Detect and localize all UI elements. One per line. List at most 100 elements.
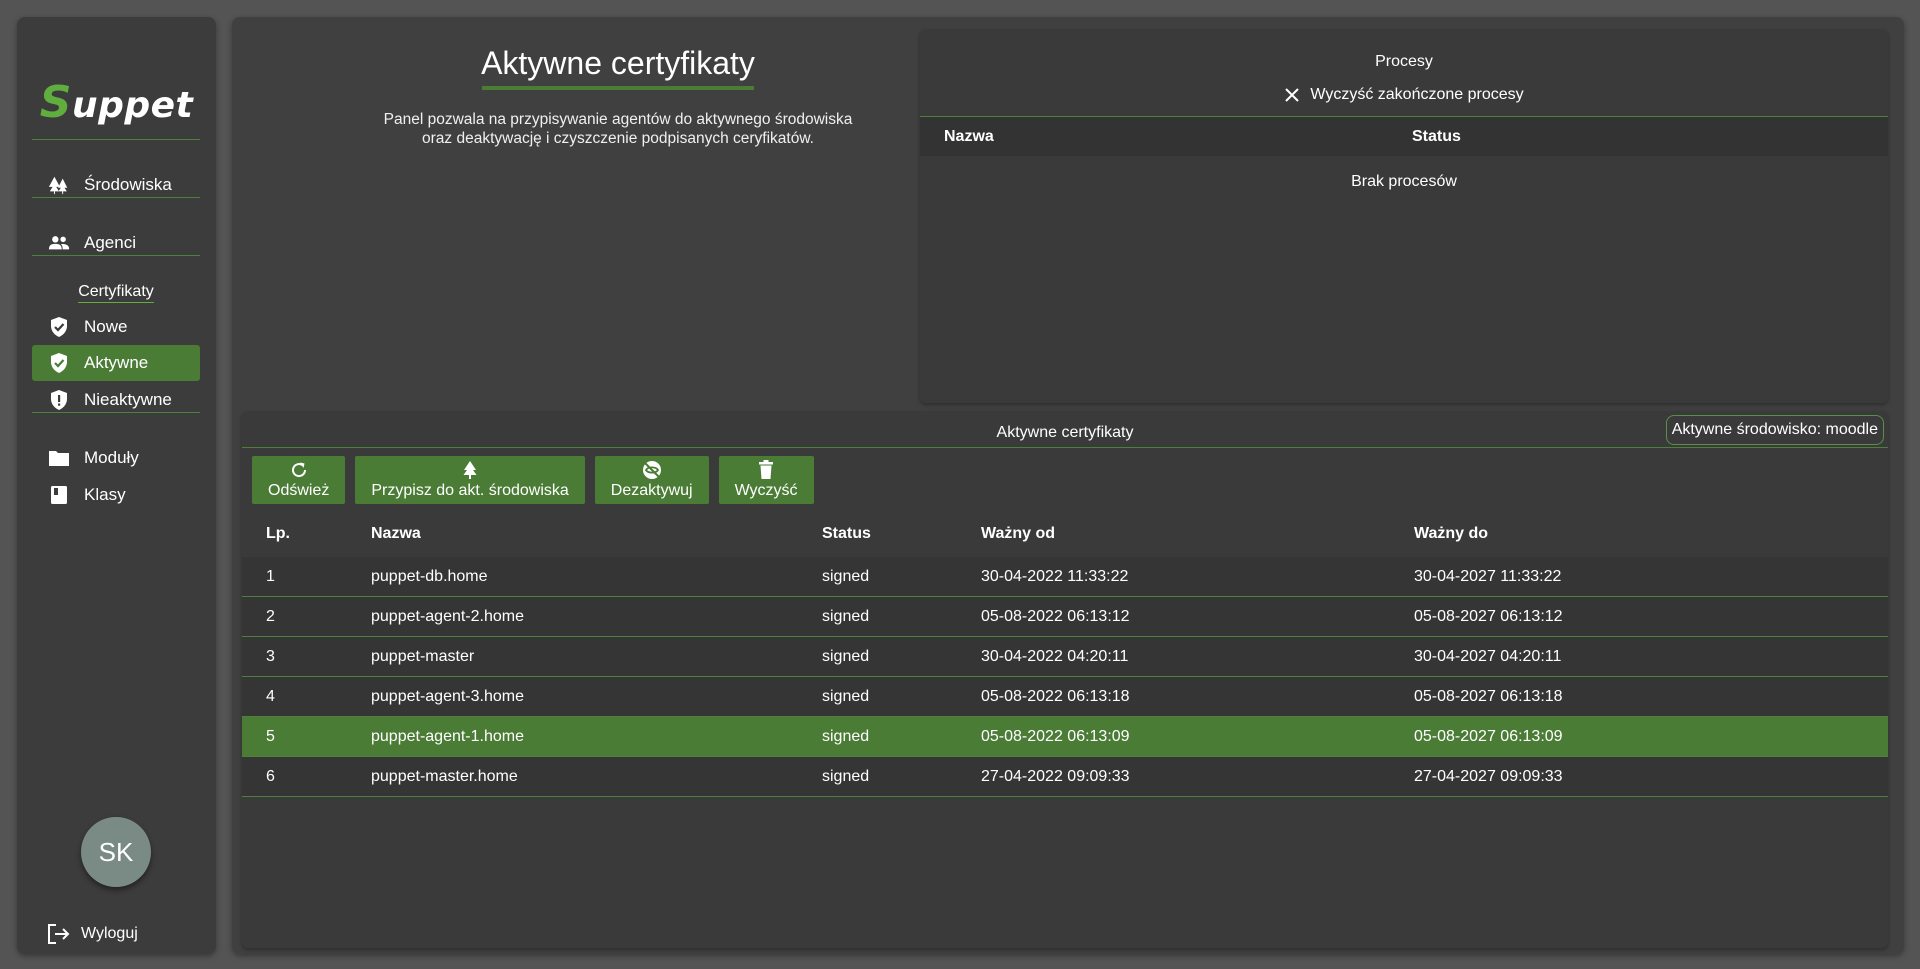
cell-valid-from: 30-04-2022 04:20:11 — [981, 648, 1129, 665]
table-row[interactable]: 1 puppet-db.home signed 30-04-2022 11:33… — [242, 557, 1888, 597]
trees-icon — [48, 174, 70, 196]
certificates-title: Aktywne certyfikaty — [996, 424, 1134, 441]
sidebar-item-label: Klasy — [84, 485, 126, 504]
cell-valid-to: 30-04-2027 11:33:22 — [1414, 568, 1562, 585]
people-icon — [48, 232, 70, 254]
shield-check-icon — [48, 316, 70, 338]
tree-icon — [462, 460, 478, 480]
sidebar-item-label: Moduły — [84, 448, 139, 467]
processes-panel: Procesy Wyczyść zakończone procesy Nazwa… — [920, 29, 1888, 403]
logout-icon — [47, 923, 71, 945]
cell-status: signed — [822, 648, 870, 665]
cell-valid-to: 05-08-2027 06:13:12 — [1414, 608, 1563, 625]
page-description: Panel pozwala na przypisywanie agentów d… — [383, 111, 853, 147]
column-header-nazwa[interactable]: Nazwa — [371, 525, 421, 543]
sidebar-item-label: Nowe — [84, 317, 128, 336]
sidebar-item-moduly[interactable]: Moduły — [32, 440, 200, 476]
eye-off-icon — [641, 460, 663, 480]
cell-valid-to: 27-04-2027 09:09:33 — [1414, 768, 1563, 785]
sidebar: Suppet Środowiska Agenci Certyfikaty Now… — [17, 17, 216, 954]
sidebar-item-label: Środowiska — [84, 175, 172, 194]
trash-icon — [758, 460, 774, 480]
assign-label: Przypisz do akt. środowiska — [371, 482, 569, 499]
sidebar-item-label: Nieaktywne — [84, 390, 172, 409]
sidebar-item-label: Agenci — [84, 233, 136, 252]
table-header: Lp. Nazwa Status Ważny od Ważny do — [242, 513, 1888, 557]
cell-status: signed — [822, 568, 870, 585]
cell-valid-to: 05-08-2027 06:13:09 — [1414, 728, 1563, 745]
cell-status: signed — [822, 608, 870, 625]
clear-finished-processes-button[interactable]: Wyczyść zakończone procesy — [920, 86, 1888, 104]
cell-name: puppet-master.home — [371, 768, 518, 785]
shield-alert-icon — [48, 389, 70, 411]
cell-valid-to: 30-04-2027 04:20:11 — [1414, 648, 1562, 665]
processes-empty-message: Brak procesów — [1351, 173, 1457, 190]
column-header-status[interactable]: Status — [822, 525, 871, 543]
sidebar-item-klasy[interactable]: Klasy — [32, 477, 200, 513]
close-icon — [1284, 87, 1300, 103]
cell-lp: 3 — [266, 648, 275, 665]
refresh-button[interactable]: Odśwież — [252, 456, 346, 504]
refresh-label: Odśwież — [268, 482, 330, 499]
column-header-nazwa[interactable]: Nazwa — [944, 128, 994, 146]
section-label-certyfikaty: Certyfikaty — [32, 283, 200, 303]
clear-label: Wyczyść — [734, 482, 798, 499]
table-row[interactable]: 2 puppet-agent-2.home signed 05-08-2022 … — [242, 597, 1888, 637]
column-header-wazny-do[interactable]: Ważny do — [1414, 525, 1488, 543]
shield-check-icon — [48, 352, 70, 374]
cell-status: signed — [822, 728, 870, 745]
refresh-icon — [290, 460, 308, 480]
cell-valid-from: 27-04-2022 09:09:33 — [981, 768, 1130, 785]
folder-icon — [48, 447, 70, 469]
assign-to-environment-button[interactable]: Przypisz do akt. środowiska — [355, 456, 585, 504]
cell-valid-from: 05-08-2022 06:13:09 — [981, 728, 1130, 745]
cell-name: puppet-agent-2.home — [371, 608, 524, 625]
cell-status: signed — [822, 688, 870, 705]
sidebar-item-aktywne[interactable]: Aktywne — [32, 345, 200, 381]
cell-valid-from: 05-08-2022 06:13:18 — [981, 688, 1130, 705]
cell-name: puppet-agent-1.home — [371, 728, 524, 745]
cell-valid-from: 05-08-2022 06:13:12 — [981, 608, 1130, 625]
book-icon — [48, 484, 70, 506]
divider — [32, 412, 200, 413]
cell-valid-from: 30-04-2022 11:33:22 — [981, 568, 1129, 585]
main-content: Aktywne certyfikaty Panel pozwala na prz… — [232, 17, 1904, 954]
sidebar-item-nowe[interactable]: Nowe — [32, 309, 200, 345]
cell-name: puppet-agent-3.home — [371, 688, 524, 705]
certificates-panel: Aktywne certyfikaty Aktywne środowisko: … — [242, 411, 1888, 948]
cell-name: puppet-db.home — [371, 568, 488, 585]
cell-status: signed — [822, 768, 870, 785]
divider — [32, 255, 200, 256]
table-row[interactable]: 4 puppet-agent-3.home signed 05-08-2022 … — [242, 677, 1888, 717]
deactivate-button[interactable]: Dezaktywuj — [594, 456, 709, 504]
cell-lp: 5 — [266, 728, 275, 745]
cell-lp: 6 — [266, 768, 275, 785]
clear-label: Wyczyść zakończone procesy — [1310, 86, 1524, 103]
certificates-table: Lp. Nazwa Status Ważny od Ważny do 1 pup… — [242, 513, 1888, 797]
cell-name: puppet-master — [371, 648, 475, 665]
logout-label: Wyloguj — [81, 925, 138, 942]
cell-valid-to: 05-08-2027 06:13:18 — [1414, 688, 1563, 705]
page-title: Aktywne certyfikaty — [435, 45, 801, 90]
active-environment-badge: Aktywne środowisko: moodle — [1665, 415, 1884, 445]
processes-title: Procesy — [1375, 53, 1433, 70]
column-header-wazny-od[interactable]: Ważny od — [981, 525, 1055, 543]
sidebar-item-label: Aktywne — [84, 353, 149, 372]
column-header-status[interactable]: Status — [1412, 128, 1461, 146]
divider — [32, 139, 200, 140]
divider — [32, 197, 200, 198]
table-row-selected[interactable]: 5 puppet-agent-1.home signed 05-08-2022 … — [242, 717, 1888, 757]
table-row[interactable]: 6 puppet-master.home signed 27-04-2022 0… — [242, 757, 1888, 797]
table-row[interactable]: 3 puppet-master signed 30-04-2022 04:20:… — [242, 637, 1888, 677]
cell-lp: 1 — [266, 568, 275, 585]
column-header-lp[interactable]: Lp. — [266, 525, 290, 543]
avatar[interactable]: SK — [81, 817, 151, 887]
cell-lp: 4 — [266, 688, 275, 705]
deactivate-label: Dezaktywuj — [610, 482, 693, 499]
certificates-toolbar: Odśwież Przypisz do akt. środowiska Deza… — [252, 456, 814, 504]
cell-lp: 2 — [266, 608, 275, 625]
logout-button[interactable]: Wyloguj — [47, 923, 138, 945]
processes-table-header: Nazwa Status — [920, 117, 1888, 156]
app-logo: Suppet — [39, 77, 194, 128]
clear-button[interactable]: Wyczyść — [718, 456, 814, 504]
